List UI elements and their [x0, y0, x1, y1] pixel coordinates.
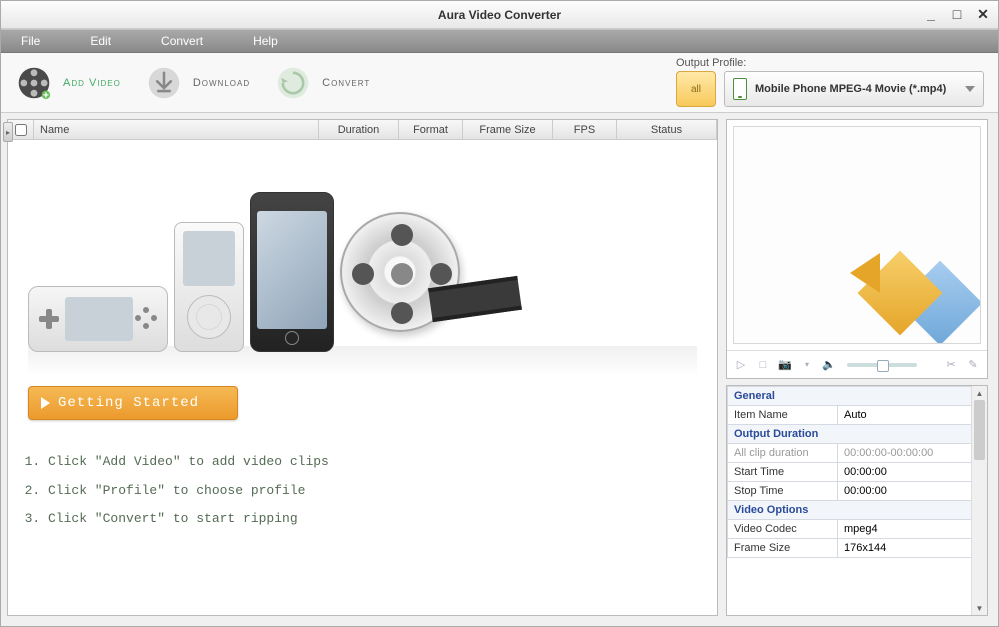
- empty-state: Getting Started Click "Add Video" to add…: [8, 140, 717, 615]
- toolbar: Add Video Download Convert Output Profil…: [1, 53, 998, 113]
- convert-icon: [274, 64, 312, 102]
- devices-illustration: [28, 152, 697, 352]
- section-output-duration: Output Duration: [728, 425, 987, 444]
- col-fps[interactable]: FPS: [553, 120, 617, 139]
- smartphone-device-icon: [250, 192, 334, 352]
- col-status[interactable]: Status: [617, 120, 717, 139]
- getting-started-button[interactable]: Getting Started: [28, 386, 238, 420]
- prop-key: Frame Size: [728, 539, 838, 558]
- download-icon: [145, 64, 183, 102]
- snapshot-button[interactable]: 📷: [777, 357, 793, 373]
- prop-row-video-codec[interactable]: Video Codec mpeg4: [728, 520, 987, 539]
- trim-button[interactable]: ✂: [943, 357, 959, 373]
- prop-row-stop-time[interactable]: Stop Time 00:00:00: [728, 482, 987, 501]
- main-area: ▸ Name Duration Format Frame Size FPS St…: [1, 113, 998, 626]
- col-format[interactable]: Format: [399, 120, 463, 139]
- convert-button[interactable]: Convert: [274, 64, 370, 102]
- title-bar: Aura Video Converter _ □ ✕: [1, 1, 998, 29]
- preview-pane: ▷ □ 📷 ▾ 🔈 ✂ ✎: [726, 119, 988, 379]
- stop-button[interactable]: □: [755, 357, 771, 373]
- preview-placeholder-art: [830, 233, 981, 344]
- play-arrow-icon: [41, 397, 50, 409]
- section-general: General: [728, 387, 987, 406]
- instruction-step-2: Click "Profile" to choose profile: [48, 477, 697, 506]
- mute-button[interactable]: 🔈: [821, 357, 837, 373]
- prop-row-start-time[interactable]: Start Time 00:00:00: [728, 463, 987, 482]
- edit-button[interactable]: ✎: [965, 357, 981, 373]
- prop-value: 00:00:00-00:00:00: [838, 444, 987, 463]
- prop-row-all-clip: All clip duration 00:00:00-00:00:00: [728, 444, 987, 463]
- scroll-up-arrow-icon[interactable]: ▲: [972, 386, 987, 400]
- instructions-list: Click "Add Video" to add video clips Cli…: [28, 448, 697, 534]
- psp-device-icon: [28, 286, 168, 352]
- prop-key: Stop Time: [728, 482, 838, 501]
- film-reel-illustration: [340, 202, 500, 352]
- properties-table: General Item Name Auto Output Duration A…: [727, 386, 987, 558]
- window-controls: _ □ ✕: [922, 5, 992, 23]
- ipod-device-icon: [174, 222, 244, 352]
- prop-value[interactable]: 00:00:00: [838, 482, 987, 501]
- file-list-panel: ▸ Name Duration Format Frame Size FPS St…: [7, 119, 718, 616]
- play-button[interactable]: ▷: [733, 357, 749, 373]
- window-title: Aura Video Converter: [438, 8, 561, 22]
- section-video-options: Video Options: [728, 501, 987, 520]
- minimize-button[interactable]: _: [922, 5, 940, 23]
- properties-pane: General Item Name Auto Output Duration A…: [726, 385, 988, 616]
- film-reel-icon: [337, 454, 357, 470]
- prop-value[interactable]: Auto: [838, 406, 987, 425]
- col-name[interactable]: Name: [34, 120, 319, 139]
- snapshot-menu-button[interactable]: ▾: [799, 357, 815, 373]
- profiles-all-label: all: [691, 84, 701, 95]
- add-video-label: Add Video: [63, 77, 121, 89]
- prop-row-frame-size[interactable]: Frame Size 176x144: [728, 539, 987, 558]
- menu-edit[interactable]: Edit: [80, 31, 121, 51]
- download-label: Download: [193, 77, 250, 89]
- col-frame-size[interactable]: Frame Size: [463, 120, 553, 139]
- preview-controls: ▷ □ 📷 ▾ 🔈 ✂ ✎: [727, 350, 987, 378]
- prop-key: Video Codec: [728, 520, 838, 539]
- convert-icon: [305, 511, 325, 527]
- prop-key: All clip duration: [728, 444, 838, 463]
- menu-convert[interactable]: Convert: [151, 31, 213, 51]
- close-button[interactable]: ✕: [974, 5, 992, 23]
- prop-key: Item Name: [728, 406, 838, 425]
- menu-bar: File Edit Convert Help: [1, 29, 998, 53]
- prop-value[interactable]: 00:00:00: [838, 463, 987, 482]
- properties-scrollbar[interactable]: ▲ ▼: [971, 386, 987, 615]
- prop-value[interactable]: 176x144: [838, 539, 987, 558]
- col-duration[interactable]: Duration: [319, 120, 399, 139]
- prop-row-item-name[interactable]: Item Name Auto: [728, 406, 987, 425]
- scroll-thumb[interactable]: [974, 400, 985, 460]
- profile-selected-label: Mobile Phone MPEG-4 Movie (*.mp4): [755, 83, 946, 95]
- menu-help[interactable]: Help: [243, 31, 288, 51]
- maximize-button[interactable]: □: [948, 5, 966, 23]
- getting-started-label: Getting Started: [58, 395, 199, 411]
- profile-dropdown[interactable]: Mobile Phone MPEG-4 Movie (*.mp4): [724, 71, 984, 107]
- output-profile-label: Output Profile:: [676, 57, 984, 69]
- prop-key: Start Time: [728, 463, 838, 482]
- output-profile-area: Output Profile: all Mobile Phone MPEG-4 …: [676, 57, 984, 107]
- profiles-all-button[interactable]: all: [676, 71, 716, 107]
- film-reel-icon: [15, 64, 53, 102]
- mobile-phone-icon: [733, 78, 747, 100]
- add-video-button[interactable]: Add Video: [15, 64, 121, 102]
- instruction-step-1: Click "Add Video" to add video clips: [48, 448, 697, 477]
- scroll-down-arrow-icon[interactable]: ▼: [972, 601, 987, 615]
- preview-canvas: [733, 126, 981, 344]
- right-panel: ▷ □ 📷 ▾ 🔈 ✂ ✎ General Item Name Auto: [726, 119, 988, 616]
- instruction-step-3: Click "Convert" to start ripping: [48, 505, 697, 534]
- download-button[interactable]: Download: [145, 64, 250, 102]
- chevron-down-icon: [965, 86, 975, 92]
- convert-label: Convert: [322, 77, 370, 89]
- volume-slider[interactable]: [847, 363, 917, 367]
- prop-value[interactable]: mpeg4: [838, 520, 987, 539]
- list-header: Name Duration Format Frame Size FPS Stat…: [8, 120, 717, 140]
- menu-file[interactable]: File: [11, 31, 50, 51]
- app-window: Aura Video Converter _ □ ✕ File Edit Con…: [0, 0, 999, 627]
- panel-expand-handle[interactable]: ▸: [2, 120, 14, 615]
